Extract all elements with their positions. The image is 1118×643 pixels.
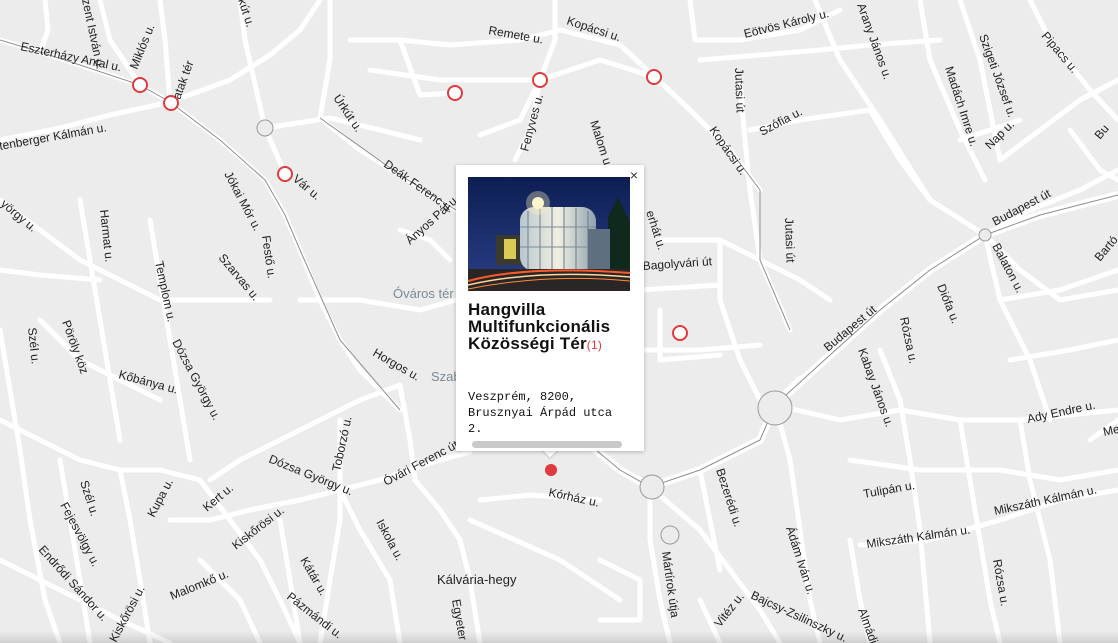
selected-marker[interactable]	[545, 464, 557, 476]
address-line: 2.	[468, 422, 483, 436]
map-marker[interactable]	[132, 77, 148, 93]
address-line: Veszprém, 8200,	[468, 390, 577, 404]
place-label-ovaros: Óváros tér	[393, 286, 454, 301]
map-marker[interactable]	[277, 166, 293, 182]
street-label: Jutasi út	[732, 68, 748, 114]
location-popup: × Hangvilla Multifunkcionális Közösségi …	[456, 165, 644, 451]
map-marker[interactable]	[646, 69, 662, 85]
venue-photo	[468, 177, 630, 291]
popup-address: Veszprém, 8200, Brusznyai Árpád utca 2.	[468, 389, 628, 437]
place-label-kalvaria: Kálvária-hegy	[437, 572, 517, 587]
address-line: Brusznyai Árpád utca	[468, 406, 613, 420]
street-label: Jutasi út	[782, 218, 798, 264]
bottom-shadow	[0, 631, 1118, 643]
popup-count: (1)	[586, 338, 603, 352]
close-icon[interactable]: ×	[630, 167, 638, 183]
map-marker[interactable]	[672, 325, 688, 341]
map-marker[interactable]	[447, 85, 463, 101]
horizontal-scrollbar[interactable]	[472, 441, 622, 448]
map-marker[interactable]	[532, 72, 548, 88]
popup-title: Hangvilla Multifunkcionális Közösségi Té…	[468, 301, 644, 354]
street-label: Me	[1102, 422, 1118, 439]
